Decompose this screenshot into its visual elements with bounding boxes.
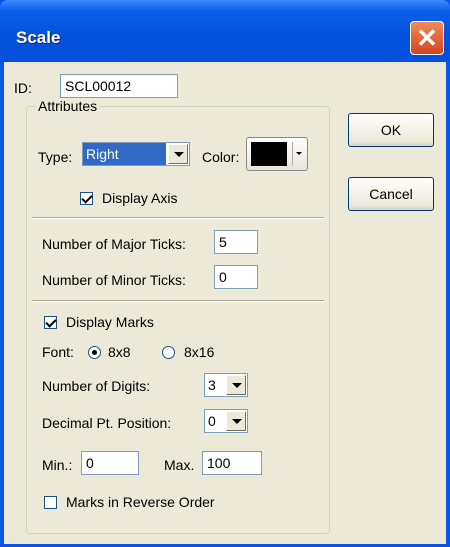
font-label: Font: (42, 344, 74, 360)
scale-dialog: Scale ✕ ID: SCL00012 Attributes Type: Ri… (0, 0, 450, 547)
close-button[interactable]: ✕ (410, 21, 444, 55)
major-ticks-input[interactable]: 5 (214, 230, 258, 254)
close-icon: ✕ (416, 23, 438, 53)
ok-button[interactable]: OK (348, 113, 434, 147)
chevron-down-icon[interactable] (168, 144, 188, 164)
font-8x8-radio[interactable] (88, 346, 101, 359)
type-dropdown[interactable]: Right (82, 142, 190, 166)
color-picker-button[interactable] (246, 137, 308, 171)
display-marks-checkbox[interactable] (44, 316, 57, 329)
font-8x16-label: 8x16 (184, 344, 215, 360)
chevron-down-icon[interactable] (226, 375, 246, 395)
minor-ticks-input[interactable]: 0 (214, 265, 258, 289)
id-input[interactable]: SCL00012 (60, 74, 178, 98)
font-8x8-label: 8x8 (108, 344, 131, 360)
divider (32, 300, 324, 302)
window-title: Scale (16, 28, 61, 47)
chevron-down-icon[interactable] (226, 411, 246, 431)
color-swatch (251, 142, 287, 166)
digits-selected-value: 3 (208, 377, 216, 393)
display-marks-label: Display Marks (66, 314, 154, 330)
min-input[interactable]: 0 (81, 451, 139, 475)
attributes-group-label: Attributes (36, 98, 100, 114)
divider (32, 217, 324, 219)
display-axis-label: Display Axis (102, 190, 178, 206)
digits-dropdown[interactable]: 3 (204, 373, 248, 397)
display-axis-checkbox[interactable] (80, 192, 93, 205)
type-label: Type: (38, 149, 73, 165)
decimal-dropdown[interactable]: 0 (204, 409, 248, 433)
reverse-order-label: Marks in Reverse Order (66, 494, 215, 510)
chevron-down-icon (292, 142, 303, 166)
max-label: Max. (164, 457, 195, 473)
title-bar[interactable]: Scale ✕ (0, 0, 450, 62)
id-label: ID: (14, 80, 32, 96)
reverse-order-checkbox[interactable] (44, 496, 57, 509)
major-ticks-label: Number of Major Ticks: (42, 236, 186, 252)
cancel-button[interactable]: Cancel (348, 177, 434, 211)
decimal-label: Decimal Pt. Position: (42, 415, 172, 431)
type-selected-value: Right (83, 143, 166, 165)
font-8x16-radio[interactable] (162, 346, 175, 359)
decimal-selected-value: 0 (208, 413, 216, 429)
min-label: Min.: (42, 457, 73, 473)
max-input[interactable]: 100 (202, 451, 262, 475)
dialog-body: ID: SCL00012 Attributes Type: Right Colo… (4, 62, 446, 544)
digits-label: Number of Digits: (42, 378, 151, 394)
minor-ticks-label: Number of Minor Ticks: (42, 272, 186, 288)
color-label: Color: (202, 149, 240, 165)
